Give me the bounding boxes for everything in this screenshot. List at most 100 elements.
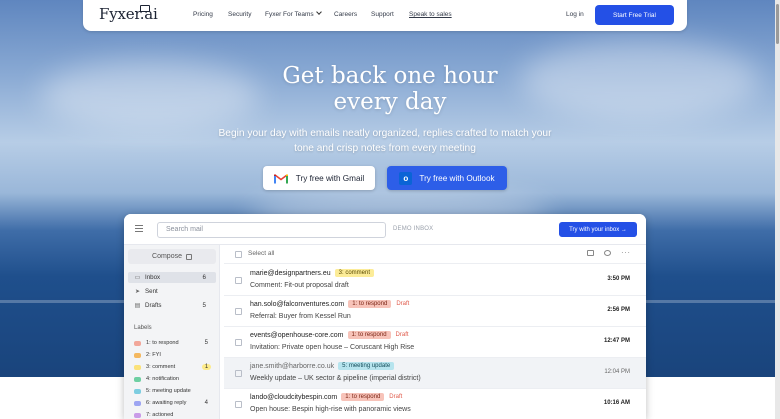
hero-title-line-2: every day bbox=[333, 89, 447, 115]
try-gmail-label: Try free with Gmail bbox=[295, 173, 365, 183]
email-checkbox[interactable] bbox=[235, 308, 242, 315]
snooze-icon[interactable] bbox=[604, 250, 611, 256]
chevron-down-icon bbox=[315, 9, 322, 15]
try-outlook-label: Try free with Outlook bbox=[419, 173, 495, 183]
mail-toolbar: Search mail DEMO INBOX Try with your inb… bbox=[124, 214, 646, 245]
label-notification[interactable]: 4: notification bbox=[134, 374, 214, 384]
email-time: 2:56 PM bbox=[607, 307, 630, 313]
hero-title: Get back one hour every day bbox=[0, 63, 780, 115]
email-time: 10:16 AM bbox=[603, 400, 630, 406]
label-awaiting-reply[interactable]: 6: awaiting reply 4 bbox=[134, 398, 214, 408]
login-link[interactable]: Log in bbox=[566, 11, 584, 18]
email-checkbox[interactable] bbox=[235, 401, 242, 408]
nav-link-teams-label: Fyxer For Teams bbox=[265, 11, 314, 18]
email-label-tag: 3: comment bbox=[334, 269, 375, 277]
hero-title-line-1: Get back one hour bbox=[282, 63, 498, 89]
label-fyi[interactable]: 2: FYI bbox=[134, 350, 214, 360]
email-sender: lando@cloudcitybespin.com bbox=[250, 393, 338, 401]
email-label-tag: 1: to respond bbox=[348, 300, 392, 308]
email-list: Select all ··· marie@designpartners.eu 3… bbox=[224, 245, 646, 419]
nav-link-support[interactable]: Support bbox=[371, 11, 394, 18]
gmail-icon bbox=[273, 173, 288, 184]
label-comment[interactable]: 3: comment 1 bbox=[134, 362, 214, 372]
inbox-icon: ▭ bbox=[134, 275, 141, 281]
email-time: 12:47 PM bbox=[603, 338, 630, 344]
label-color-dot bbox=[134, 388, 141, 394]
draft-indicator: Draft bbox=[396, 301, 410, 307]
email-row[interactable]: lando@cloudcitybespin.com 1: to respond … bbox=[224, 389, 646, 419]
hero-subtitle-line-2: tone and crisp notes from every meeting bbox=[294, 143, 476, 154]
label-name: 1: to respond bbox=[146, 340, 179, 346]
label-actioned[interactable]: 7: actioned bbox=[134, 410, 214, 419]
demo-mail-app: Search mail DEMO INBOX Try with your inb… bbox=[124, 214, 646, 419]
folder-drafts[interactable]: ▤ Drafts 5 bbox=[128, 300, 216, 311]
label-name: 5: meeting update bbox=[146, 388, 191, 394]
label-color-dot bbox=[134, 340, 141, 346]
select-all-checkbox[interactable] bbox=[235, 251, 242, 258]
email-row[interactable]: events@openhouse-core.com 1: to respond … bbox=[224, 327, 646, 358]
draft-indicator: Draft bbox=[395, 332, 409, 338]
archive-icon[interactable] bbox=[587, 250, 594, 256]
email-label-tag: 5: meeting update bbox=[338, 362, 395, 370]
nav-link-teams[interactable]: Fyxer For Teams bbox=[265, 9, 322, 18]
search-input[interactable]: Search mail bbox=[157, 222, 386, 238]
page-scrollbar[interactable] bbox=[775, 0, 780, 419]
email-checkbox[interactable] bbox=[235, 370, 242, 377]
compose-button[interactable]: Compose bbox=[128, 249, 216, 264]
label-count: 4 bbox=[204, 400, 208, 406]
menu-icon[interactable] bbox=[135, 225, 143, 232]
label-count: 5 bbox=[204, 340, 208, 346]
email-list-header: Select all ··· bbox=[224, 245, 646, 264]
label-color-dot bbox=[134, 412, 141, 418]
try-gmail-button[interactable]: Try free with Gmail bbox=[263, 166, 375, 190]
label-color-dot bbox=[134, 376, 141, 382]
draft-indicator: Draft bbox=[389, 394, 403, 400]
email-row[interactable]: han.solo@falconventures.com 1: to respon… bbox=[224, 296, 646, 327]
email-subject: Weekly update – UK sector & pipeline (im… bbox=[250, 375, 421, 382]
nav-link-careers[interactable]: Careers bbox=[334, 11, 357, 18]
try-outlook-button[interactable]: o Try free with Outlook bbox=[387, 166, 507, 190]
demo-inbox-label: DEMO INBOX bbox=[393, 226, 434, 232]
label-name: 4: notification bbox=[146, 376, 179, 382]
draft-icon: ▤ bbox=[134, 303, 141, 309]
label-meeting-update[interactable]: 5: meeting update bbox=[134, 386, 214, 396]
hero-subtitle: Begin your day with emails neatly organi… bbox=[0, 126, 770, 156]
select-all-label: Select all bbox=[248, 250, 275, 257]
label-name: 3: comment bbox=[146, 364, 176, 370]
mail-sidebar: Compose ▭ Inbox 6 ➤ Sent ▤ Drafts 5 Labe… bbox=[124, 245, 220, 419]
scrollbar-thumb[interactable] bbox=[776, 4, 779, 44]
envelope-logo-icon bbox=[140, 5, 150, 12]
nav-link-speak-to-sales[interactable]: Speak to sales bbox=[409, 11, 452, 18]
more-options-icon[interactable]: ··· bbox=[621, 248, 631, 257]
folder-sent[interactable]: ➤ Sent bbox=[128, 286, 216, 297]
outlook-icon: o bbox=[399, 171, 413, 185]
email-sender: marie@designpartners.eu bbox=[250, 269, 331, 277]
email-subject: Invitation: Private open house – Corusca… bbox=[250, 344, 415, 351]
try-with-inbox-button[interactable]: Try with your inbox → bbox=[559, 222, 637, 237]
folder-label: Sent bbox=[145, 288, 158, 295]
nav-link-pricing[interactable]: Pricing bbox=[193, 11, 213, 18]
email-row[interactable]: jane.smith@harborre.co.uk 5: meeting upd… bbox=[224, 358, 646, 389]
label-name: 2: FYI bbox=[146, 352, 161, 358]
email-sender: events@openhouse-core.com bbox=[250, 331, 344, 339]
email-checkbox[interactable] bbox=[235, 339, 242, 346]
top-navbar: Fyxer.ai Pricing Security Fyxer For Team… bbox=[83, 0, 687, 31]
label-to-respond[interactable]: 1: to respond 5 bbox=[134, 338, 214, 348]
email-sender: han.solo@falconventures.com bbox=[250, 300, 345, 308]
email-row[interactable]: marie@designpartners.eu 3: comment Comme… bbox=[224, 265, 646, 296]
email-subject: Open house: Bespin high-rise with panora… bbox=[250, 406, 411, 413]
send-icon: ➤ bbox=[134, 289, 141, 295]
label-name: 7: actioned bbox=[146, 412, 174, 418]
compose-label: Compose bbox=[152, 253, 182, 260]
nav-link-security[interactable]: Security bbox=[228, 11, 251, 18]
label-color-dot bbox=[134, 364, 141, 370]
folder-count: 6 bbox=[202, 274, 206, 281]
folder-inbox[interactable]: ▭ Inbox 6 bbox=[128, 272, 216, 283]
email-time: 12:04 PM bbox=[604, 369, 630, 375]
folder-count: 5 bbox=[202, 302, 206, 309]
email-checkbox[interactable] bbox=[235, 277, 242, 284]
folder-label: Drafts bbox=[145, 302, 162, 309]
email-subject: Comment: Fit-out proposal draft bbox=[250, 282, 349, 289]
email-label-tag: 1: to respond bbox=[347, 331, 391, 339]
start-free-trial-button[interactable]: Start Free Trial bbox=[595, 5, 674, 25]
